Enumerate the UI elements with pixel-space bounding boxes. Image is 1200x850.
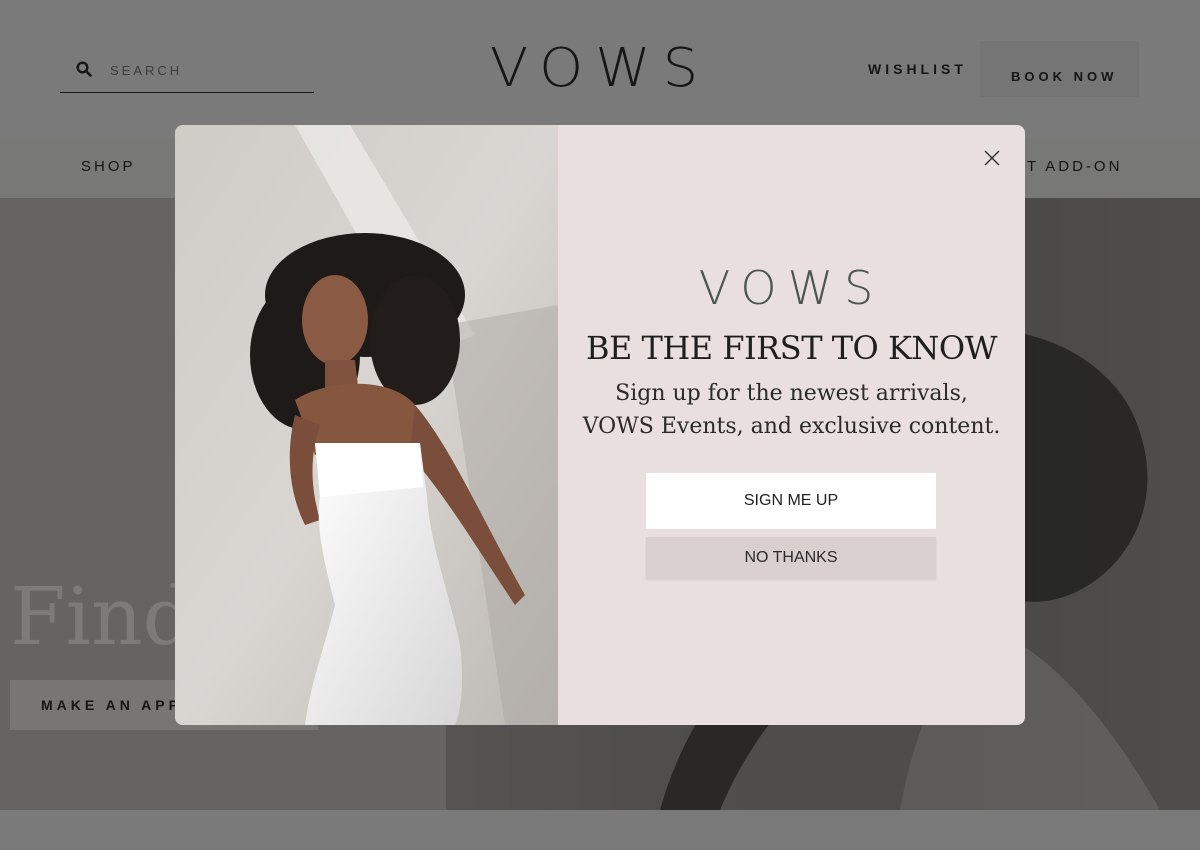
modal-subtitle: Sign up for the newest arrivals, VOWS Ev… xyxy=(558,377,1025,443)
modal-subtitle-line-1: Sign up for the newest arrivals, xyxy=(615,381,968,406)
close-icon[interactable] xyxy=(981,147,1003,169)
modal-photo xyxy=(175,125,558,725)
modal-logo: VOWS xyxy=(698,261,885,315)
no-thanks-button[interactable]: NO THANKS xyxy=(646,537,936,579)
modal-heading: BE THE FIRST TO KNOW xyxy=(586,329,997,367)
signup-modal: VOWS BE THE FIRST TO KNOW Sign up for th… xyxy=(175,125,1025,725)
modal-subtitle-line-2: VOWS Events, and exclusive content. xyxy=(582,414,1001,439)
sign-me-up-button[interactable]: SIGN ME UP xyxy=(646,473,936,529)
